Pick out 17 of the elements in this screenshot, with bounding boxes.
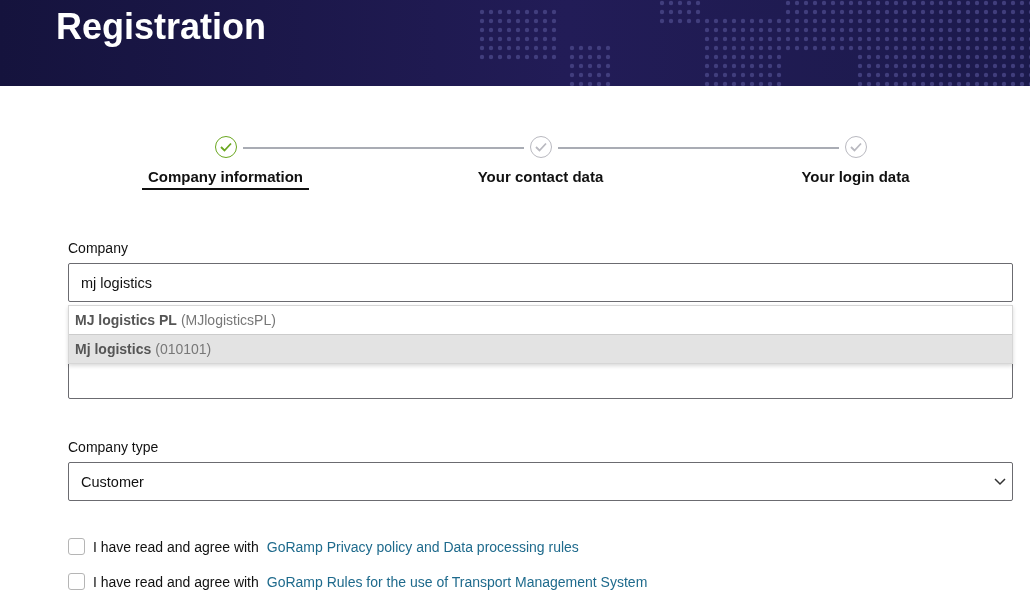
company-input[interactable]: mj logistics bbox=[68, 263, 1013, 302]
page-title: Registration bbox=[56, 6, 267, 48]
chevron-down-icon bbox=[994, 477, 1006, 486]
policy-link[interactable]: GoRamp Privacy policy and Data processing rules bbox=[266, 538, 579, 555]
field-label: Company bbox=[68, 240, 129, 256]
step-tab[interactable]: Company information bbox=[142, 168, 309, 190]
suggestion-item[interactable]: Mj logistics (010101) bbox=[69, 334, 1012, 363]
step-tab[interactable]: Your login data bbox=[795, 168, 916, 190]
checkbox[interactable] bbox=[68, 538, 85, 555]
field-label: Company type bbox=[68, 439, 160, 455]
step-tab[interactable]: Your contact data bbox=[471, 168, 610, 190]
agreement-text: I have read and agree with bbox=[93, 573, 259, 590]
checkbox[interactable] bbox=[68, 573, 85, 590]
agreement-text: I have read and agree with bbox=[93, 538, 259, 555]
company-type-select[interactable]: Customer bbox=[68, 462, 1013, 501]
policy-link[interactable]: GoRamp Rules for the use of Transport Management System bbox=[266, 573, 648, 590]
suggestion-item[interactable]: MJ logistics PL (MJlogisticsPL) bbox=[69, 306, 1012, 334]
